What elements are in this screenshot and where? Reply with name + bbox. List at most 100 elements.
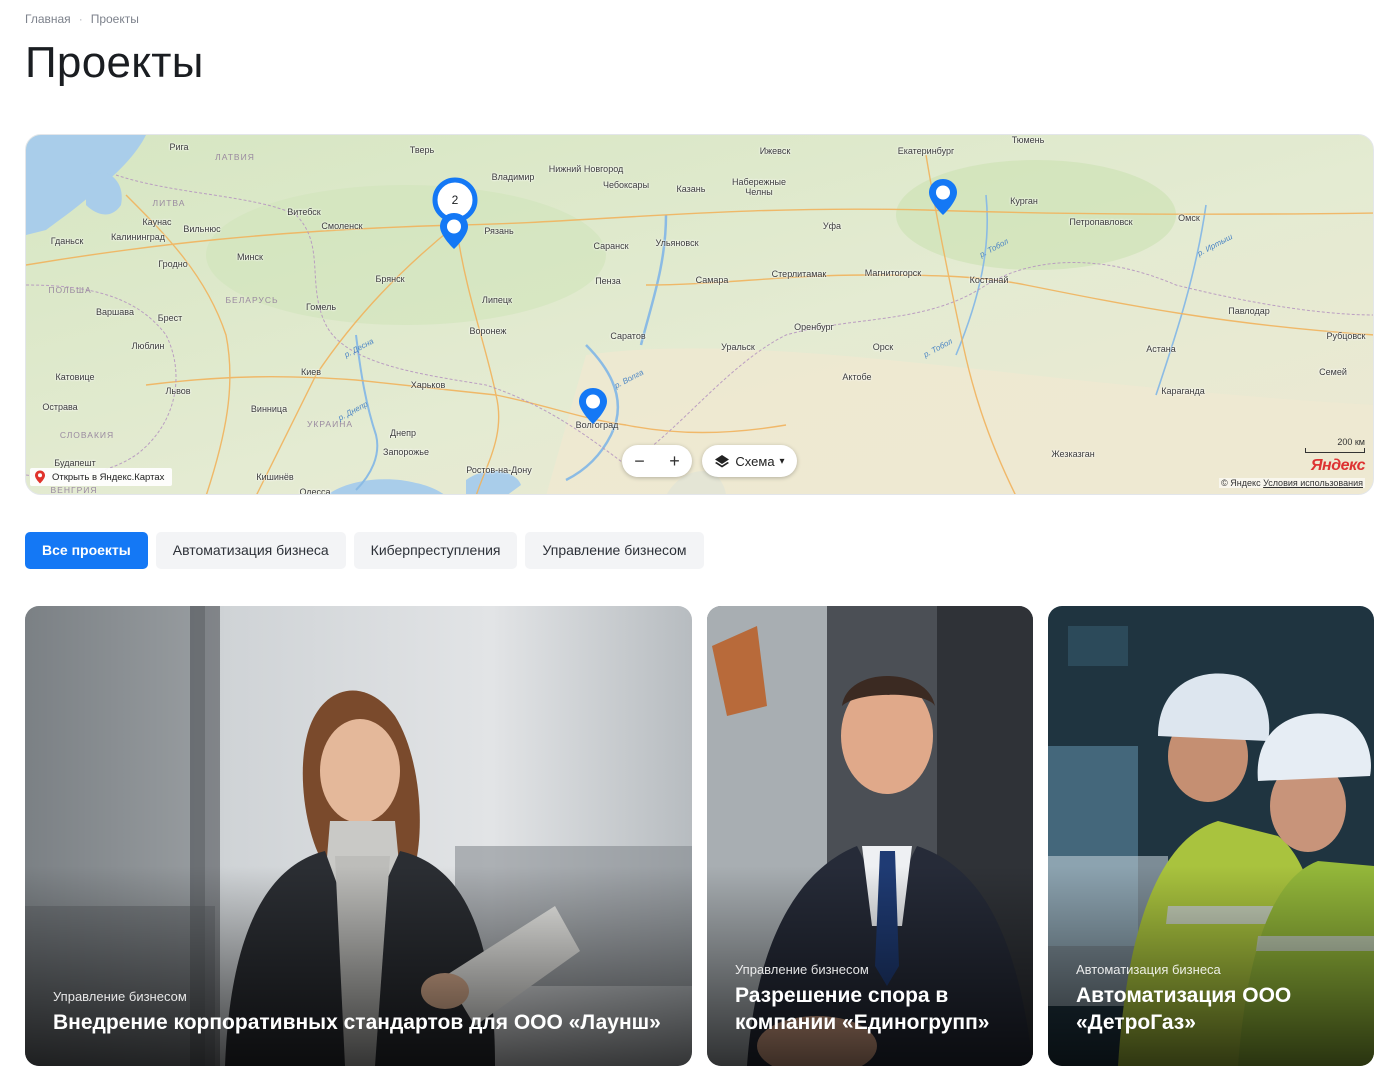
- map-city-label: Брест: [157, 313, 183, 323]
- map-city-label: Ижевск: [759, 146, 791, 156]
- map-country-label: ЛИТВА: [152, 198, 186, 208]
- map-city-label: Астана: [1146, 344, 1176, 354]
- map-city-label: Стерлитамак: [771, 269, 827, 279]
- project-title: Внедрение корпоративных стандартов для О…: [53, 1011, 661, 1034]
- filter-business-automation[interactable]: Автоматизация бизнеса: [155, 532, 346, 569]
- map-city-label: Саратов: [610, 331, 646, 341]
- map-city-label: Воронеж: [469, 326, 507, 336]
- map-pin-icon: [579, 388, 607, 424]
- breadcrumb: Главная · Проекты: [25, 12, 139, 26]
- yandex-logo: Яндекс: [1310, 457, 1366, 474]
- project-card-edinogrupp[interactable]: Управление бизнесом Разрешение спора в к…: [707, 606, 1033, 1066]
- map-city-label: Тюмень: [1011, 135, 1045, 145]
- map-city-label: Варшава: [96, 307, 134, 317]
- map-terms-link[interactable]: Условия использования: [1263, 478, 1363, 488]
- zoom-out-button[interactable]: −: [625, 445, 655, 477]
- map-pin-moscow[interactable]: [439, 212, 469, 255]
- breadcrumb-home-link[interactable]: Главная: [25, 12, 71, 26]
- map-city-label: Рига: [169, 142, 189, 152]
- map-city-label: Уральск: [721, 342, 755, 352]
- project-title: Автоматизация ООО «ДетроГаз»: [1076, 984, 1292, 1034]
- map-city-label: Каунас: [142, 217, 172, 227]
- map-scale-bar: [1305, 448, 1365, 453]
- map-city-label: Брянск: [375, 274, 405, 284]
- map-copyright-text: © Яндекс: [1221, 478, 1261, 488]
- map-city-label: Вильнюс: [183, 224, 221, 234]
- map-city-label: Семей: [1319, 367, 1347, 377]
- map-city-label: Кишинёв: [256, 472, 294, 482]
- layers-icon: [715, 455, 730, 468]
- project-card-detrogaz[interactable]: Автоматизация бизнеса Автоматизация ООО …: [1048, 606, 1374, 1066]
- project-category: Автоматизация бизнеса: [1076, 962, 1221, 977]
- project-filters: Все проекты Автоматизация бизнеса Киберп…: [25, 532, 704, 569]
- map-city-label: Оренбург: [794, 322, 834, 332]
- map-city-label: Саранск: [593, 241, 629, 251]
- map-country-label: СЛОВАКИЯ: [59, 430, 115, 440]
- yandex-pin-icon: [35, 470, 45, 484]
- map-city-label: Днепр: [390, 428, 416, 438]
- map-layer-label: Схема: [735, 453, 775, 469]
- map-layer-button[interactable]: Схема ▾: [702, 445, 797, 477]
- project-category: Управление бизнесом: [735, 962, 869, 977]
- map-city-label: Калининград: [110, 232, 166, 242]
- map-city-label: Запорожье: [383, 447, 429, 457]
- map-city-label: Курган: [1010, 196, 1038, 206]
- map-country-label: УКРАИНА: [306, 419, 354, 429]
- map-pin-chelyabinsk[interactable]: [928, 178, 958, 221]
- map-city-label: Петропавловск: [1069, 217, 1133, 227]
- filter-business-management[interactable]: Управление бизнесом: [525, 532, 704, 569]
- map-city-label: Ульяновск: [655, 238, 699, 248]
- map-city-label: Гродно: [158, 259, 188, 269]
- page-title: Проекты: [25, 38, 204, 87]
- map-copyright: © Яндекс Условия использования: [1219, 478, 1365, 488]
- open-in-yandex-label: Открыть в Яндекс.Картах: [52, 471, 165, 483]
- map-city-label: Павлодар: [1228, 306, 1270, 316]
- map-city-label: Самара: [695, 275, 729, 285]
- map-city-label: Казань: [676, 184, 706, 194]
- map-city-label: Владимир: [491, 172, 535, 182]
- map-country-label: ВЕНГРИЯ: [50, 485, 98, 495]
- map-country-label: ПОЛЬША: [48, 285, 92, 295]
- projects-map[interactable]: ЛАТВИЯ ЛИТВА ПОЛЬША БЕЛАРУСЬ УКРАИНА СЛОВАКИЯ…: [25, 134, 1374, 495]
- map-city-label: Минск: [237, 252, 263, 262]
- map-city-label: Львов: [165, 386, 191, 396]
- map-city-label: Ростов-на-Дону: [466, 465, 532, 475]
- map-city-label: Нижний Новгород: [548, 164, 624, 174]
- map-country-label: БЕЛАРУСЬ: [225, 295, 279, 305]
- map-city-label: Гомель: [305, 302, 337, 312]
- filter-all-projects[interactable]: Все проекты: [25, 532, 148, 569]
- map-city-label: Омск: [1178, 213, 1200, 223]
- map-city-label: Караганда: [1161, 386, 1205, 396]
- map-city-label: Челны: [745, 187, 773, 197]
- map-city-label: Пенза: [595, 276, 621, 286]
- map-city-label: Чебоксары: [602, 180, 650, 190]
- map-city-label: Костанай: [969, 275, 1009, 285]
- map-city-label: Гданьск: [50, 236, 84, 246]
- map-city-label: Тверь: [409, 145, 435, 155]
- map-city-label: Витебск: [287, 207, 321, 217]
- map-city-label: Актобе: [842, 372, 872, 382]
- map-city-label: Будапешт: [54, 458, 96, 468]
- map-city-label: Рязань: [484, 226, 514, 236]
- map-city-label: Орск: [872, 342, 894, 352]
- map-scale-label: 200 км: [1337, 437, 1365, 447]
- map-city-label: Харьков: [410, 380, 446, 390]
- project-title: Разрешение спора в компании «Единогрупп»: [735, 984, 990, 1034]
- open-in-yandex-maps-link[interactable]: Открыть в Яндекс.Картах: [30, 468, 173, 486]
- zoom-in-button[interactable]: +: [660, 445, 690, 477]
- map-city-label: Магнитогорск: [864, 268, 922, 278]
- map-pin-icon: [929, 179, 957, 215]
- map-pin-volgograd[interactable]: [578, 387, 608, 430]
- map-city-label: Винница: [250, 404, 288, 414]
- filter-cybercrime[interactable]: Киберпреступления: [353, 532, 518, 569]
- project-card-launsh[interactable]: Управление бизнесом Внедрение корпоратив…: [25, 606, 692, 1066]
- map-city-label: Рубцовск: [1326, 331, 1366, 341]
- map-city-label: Жезказган: [1051, 449, 1095, 459]
- map-city-label: Киев: [300, 367, 322, 377]
- map-city-label: Острава: [42, 402, 78, 412]
- map-city-label: Одесса: [299, 487, 331, 495]
- breadcrumb-current: Проекты: [90, 12, 139, 26]
- map-city-label: Набережные: [732, 177, 786, 187]
- map-pin-icon: [440, 213, 468, 249]
- map-city-label: Катовице: [55, 372, 95, 382]
